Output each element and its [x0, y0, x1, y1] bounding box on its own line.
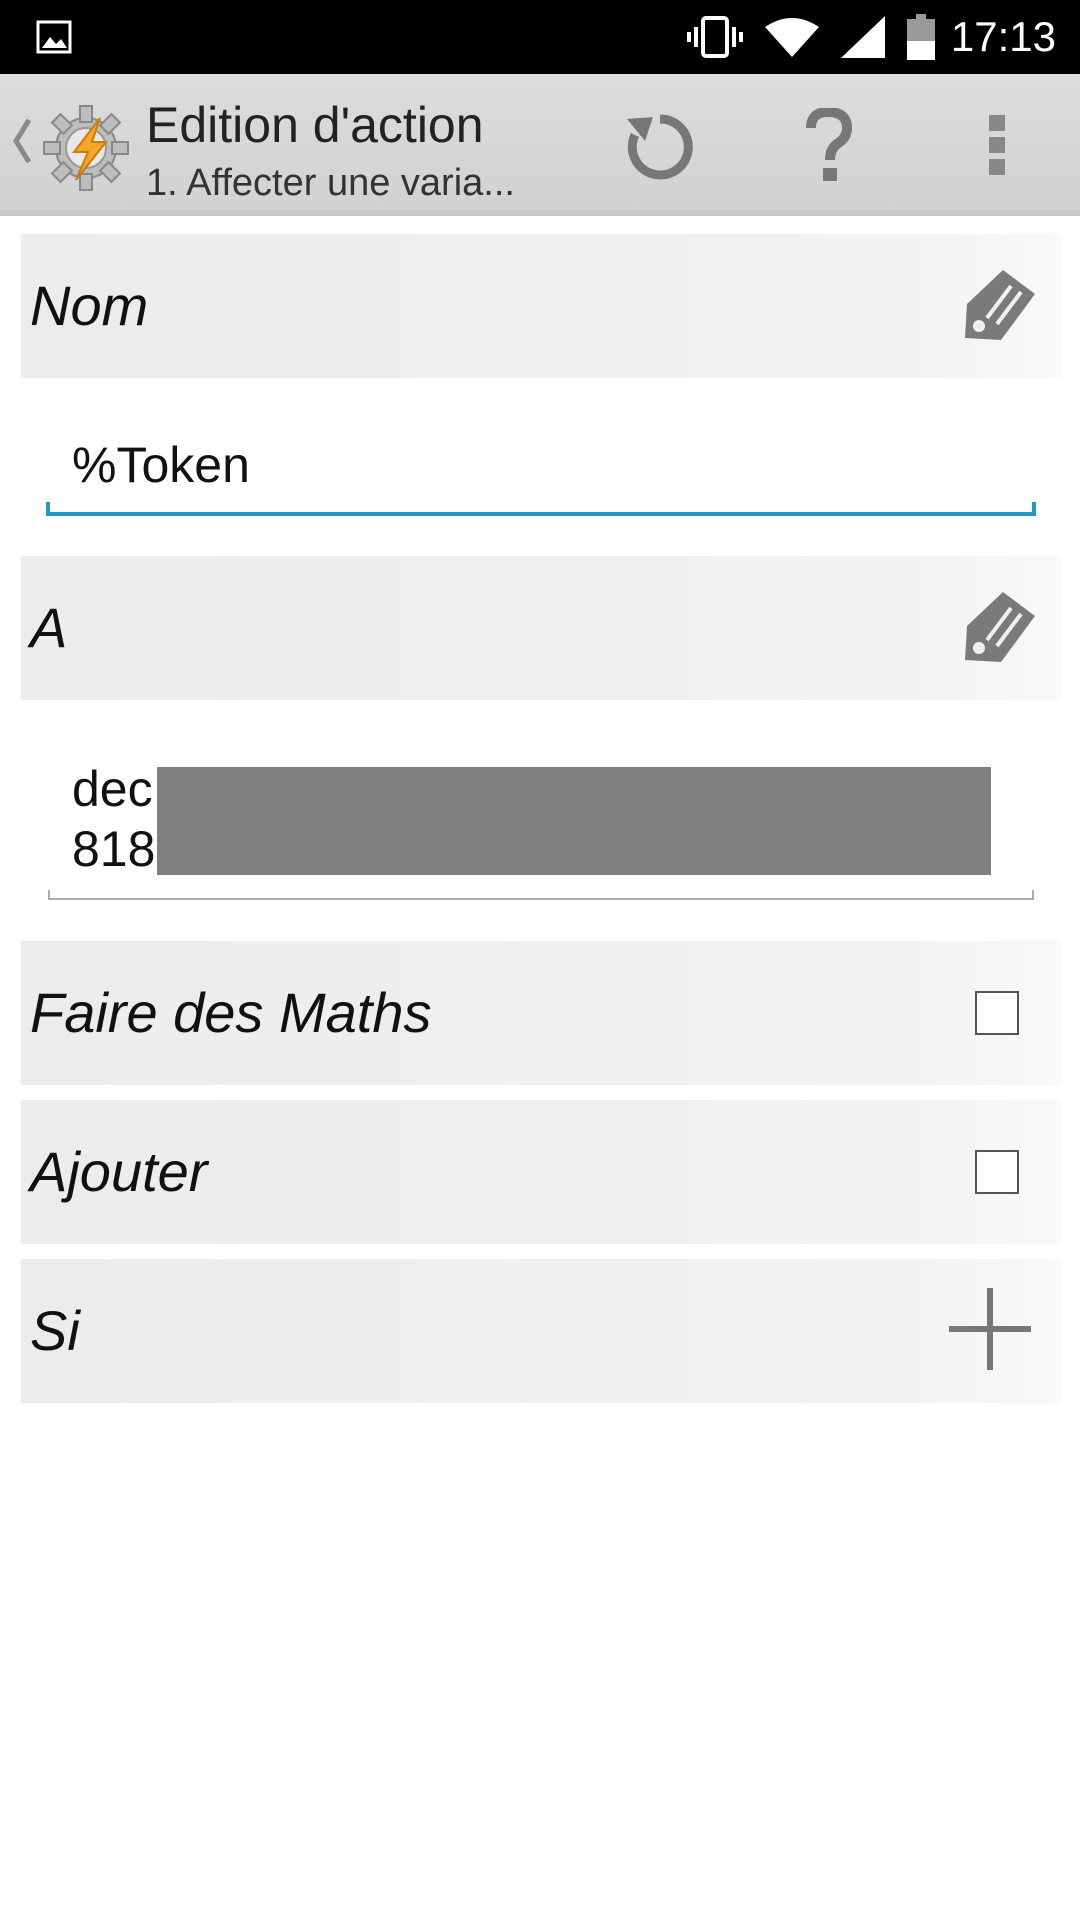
plus-icon	[949, 1287, 1031, 1375]
battery-icon	[906, 14, 935, 60]
back-chevron-icon[interactable]	[12, 116, 32, 171]
ajouter-checkbox[interactable]	[975, 1150, 1019, 1194]
faire-des-maths-row[interactable]: Faire des Maths	[21, 941, 1061, 1085]
redaction-block	[157, 767, 991, 875]
status-bar: 17:13	[0, 0, 1080, 74]
ajouter-label: Ajouter	[30, 1140, 208, 1203]
help-icon	[803, 106, 853, 187]
nom-input-value: %Token	[72, 437, 250, 493]
edit-tag-icon	[961, 586, 1041, 671]
si-add-button[interactable]	[949, 1259, 1031, 1403]
si-row: Si	[21, 1259, 1061, 1403]
faire-des-maths-checkbox[interactable]	[975, 991, 1019, 1035]
a-input-line2: 818	[72, 821, 156, 877]
action-bar: Edition d'action 1. Affecter une varia..…	[0, 74, 1080, 216]
tasker-app-icon[interactable]	[40, 102, 132, 199]
faire-des-maths-label: Faire des Maths	[30, 981, 432, 1044]
refresh-icon	[623, 105, 697, 190]
image-notification-icon	[36, 20, 72, 59]
nom-row: Nom	[21, 234, 1061, 378]
ajouter-row[interactable]: Ajouter	[21, 1100, 1061, 1244]
signal-icon	[840, 16, 885, 58]
nom-input[interactable]: %Token	[46, 428, 1036, 516]
a-label: A	[30, 596, 68, 659]
page-title: Edition d'action	[146, 97, 484, 153]
si-label: Si	[30, 1299, 80, 1362]
edit-tag-icon	[961, 264, 1041, 349]
nom-label: Nom	[30, 274, 149, 337]
page-subtitle: 1. Affecter une varia...	[146, 162, 515, 204]
overflow-menu-icon	[987, 113, 1007, 182]
overflow-menu-button[interactable]	[952, 102, 1042, 192]
a-row: A	[21, 556, 1061, 700]
help-button[interactable]	[783, 102, 873, 192]
wifi-icon	[764, 17, 819, 57]
nom-edit-button[interactable]	[961, 234, 1041, 378]
clock: 17:13	[950, 13, 1056, 60]
refresh-button[interactable]	[615, 102, 705, 192]
a-edit-button[interactable]	[961, 556, 1041, 700]
vibrate-icon	[686, 15, 743, 59]
a-input-line1: dec	[72, 761, 153, 817]
